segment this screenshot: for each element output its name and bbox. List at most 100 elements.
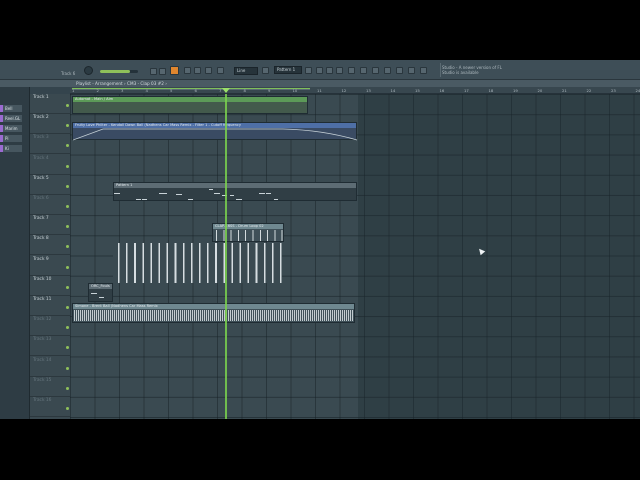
ruler-bar-number: 15 [415,88,420,93]
playlist-title: Playlist - Arrangement › CM3 - Clap 03 #… [76,81,167,86]
track-mute-led-icon[interactable] [66,164,69,168]
track-label: Track 6 [33,196,49,201]
track-label: Track 5 [33,175,49,181]
track-header[interactable]: Track 4 [30,155,70,175]
clip-track-1[interactable]: Automat - Main / Aim [72,96,308,114]
track-header[interactable]: Track 15 [30,377,70,397]
track-mute-led-icon[interactable] [66,407,69,410]
track-header[interactable]: Track 13 [30,336,70,357]
project-info-icon[interactable] [396,67,403,74]
track-mute-led-icon[interactable] [66,104,69,107]
ruler-bar-number: 13 [366,88,371,93]
playlist-icon[interactable] [372,67,379,74]
picker-item-5[interactable]: Ki [0,145,22,152]
snap-icon[interactable] [262,67,269,74]
picker-item-1[interactable]: Bell [0,105,22,112]
track-mute-led-icon[interactable] [66,265,69,269]
ruler-bar-number: 20 [537,88,543,93]
hint-text: Studio is available [442,70,479,75]
note [266,193,271,194]
snap-select[interactable]: Line [234,67,258,75]
step-seq-icon[interactable] [384,67,391,74]
ruler-bar-number: 8 [243,88,246,93]
browser-icon[interactable] [348,67,355,74]
delete-tool-icon[interactable] [205,67,212,74]
metronome-icon[interactable] [159,68,166,75]
song-mode-button[interactable] [170,66,179,75]
track-header[interactable]: Track 16 [30,397,70,417]
track-mute-led-icon[interactable] [66,124,69,128]
track-header[interactable]: Track 10 [30,276,70,296]
track-header[interactable]: Track 12 [30,316,70,337]
track-mute-led-icon[interactable] [66,245,69,249]
track-header[interactable]: Track 6 [30,195,70,215]
track-header[interactable]: Track 1 [30,94,70,114]
ruler-bar-number: 2 [96,88,99,93]
clip-track-2-automation[interactable]: Fruity Love Philter - Kendall Dawn Ball … [72,122,358,141]
mute-tool-icon[interactable] [217,67,224,74]
track-header[interactable]: Track 7 [30,215,70,236]
track-header[interactable]: Track 11 [30,296,70,316]
waveform [74,310,353,321]
note [209,189,213,190]
plugin-picker-icon[interactable] [360,67,367,74]
picker-item-4[interactable]: Pi [0,135,22,142]
playlist-title-bar[interactable]: Playlist - Arrangement › CM3 - Clap 03 #… [0,80,640,87]
track-label: Track 4 [33,155,49,161]
help-icon[interactable] [408,67,415,74]
track-label: Track 2 [33,115,49,121]
track-label: Track 9 [33,256,49,262]
track-mute-led-icon[interactable] [66,326,69,330]
track-mute-led-icon[interactable] [66,386,69,390]
channel-rack-icon[interactable] [336,67,343,74]
track-label: Track 10 [33,276,52,282]
main-toolbar: Track 6 Line Pattern 1 Studio - A newer … [0,60,640,80]
master-pitch-slider[interactable] [100,70,138,73]
record-button[interactable] [150,68,157,75]
track-header[interactable]: Track 2 [30,114,70,135]
track-mute-led-icon[interactable] [66,346,69,350]
track-mute-led-icon[interactable] [66,285,69,289]
timeline-ruler[interactable]: 1 2 3 4 5 6 7 8 9 10 11 12 13 14 15 16 17 18 19 20 21 22 23 24 [70,87,640,94]
picker-item-2[interactable]: Reel.GL [0,115,22,122]
track-mute-led-icon[interactable] [66,225,69,229]
track-mute-led-icon[interactable] [66,144,69,148]
mixer-icon[interactable] [316,67,323,74]
clip-track-8-9-hits[interactable] [113,243,282,283]
note [176,194,182,195]
waveform [113,243,282,283]
cpu-icon [420,67,427,74]
draw-tool-icon[interactable] [184,67,191,74]
ruler-bar-number: 23 [611,88,616,93]
note [236,199,242,200]
track-label: Track 1 [33,95,49,100]
track-header[interactable]: Track 3 [30,134,70,155]
hint-divider [440,63,441,77]
track-header[interactable]: Track 14 [30,357,70,377]
track-mute-led-icon[interactable] [66,205,69,208]
note [114,193,120,194]
track-mute-led-icon[interactable] [66,366,69,370]
piano-roll-icon[interactable] [326,67,333,74]
track-mute-led-icon[interactable] [66,184,69,188]
track-label: Track 11 [33,297,52,302]
add-pattern-icon[interactable] [305,67,312,74]
clip-track-5-pattern[interactable]: Pattern 1 [113,182,357,201]
master-volume-knob[interactable] [84,66,93,75]
track-header[interactable]: Track 8 [30,235,70,256]
pattern-select[interactable]: Pattern 1 [274,66,302,74]
clip-track-7-drum-loop[interactable]: CLAP-16SS - Drum Loop 02 [212,223,284,242]
note [259,193,265,194]
clip-track-11-audio[interactable]: Simone - Brent Ball (Nadhens Car Mass Re… [72,303,355,323]
paint-tool-icon[interactable] [194,67,201,74]
note [274,199,278,200]
ruler-bar-number: 4 [145,88,148,93]
track-mute-led-icon[interactable] [66,306,69,309]
picker-item-3[interactable]: Marim [0,125,22,132]
track-header[interactable]: Track 9 [30,256,70,276]
playhead-marker-icon[interactable] [222,88,230,93]
ruler-bar-number: 5 [170,88,173,93]
track-header[interactable]: Track 5 [30,175,70,195]
clip-track-10[interactable]: ORC_Fouls [88,283,113,302]
playhead[interactable] [225,94,227,419]
